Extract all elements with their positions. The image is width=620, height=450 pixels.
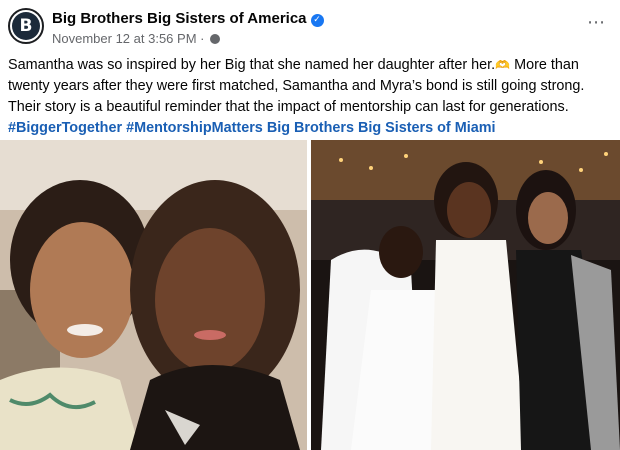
meta-separator: · bbox=[200, 31, 205, 46]
photo-grid bbox=[0, 140, 620, 450]
post-caption: Samantha was so inspired by her Big that… bbox=[8, 55, 614, 139]
selfie-illustration bbox=[0, 140, 307, 450]
page-avatar[interactable]: B bbox=[8, 8, 44, 44]
page-name-link[interactable]: Big Brothers Big Sisters of America ✓ bbox=[52, 10, 324, 27]
caption-text: Samantha was so inspired by her Big that… bbox=[8, 57, 496, 73]
post-header: B Big Brothers Big Sisters of America ✓ N… bbox=[0, 0, 620, 50]
photo-selfie[interactable] bbox=[0, 140, 307, 450]
post-meta: November 12 at 3:56 PM · bbox=[52, 31, 221, 46]
mention-bbbs-miami[interactable]: Big Brothers Big Sisters of Miami bbox=[267, 120, 496, 136]
facebook-post: B Big Brothers Big Sisters of America ✓ N… bbox=[0, 0, 620, 450]
verified-badge-icon: ✓ bbox=[310, 14, 324, 27]
post-timestamp[interactable]: November 12 at 3:56 PM bbox=[52, 31, 197, 46]
page-name[interactable]: Big Brothers Big Sisters of America bbox=[52, 10, 307, 27]
heart-hands-emoji: 🫶 bbox=[495, 58, 511, 72]
hashtag-bigger-together[interactable]: #BiggerTogether bbox=[8, 120, 122, 136]
more-options-icon[interactable]: ⋯ bbox=[587, 12, 606, 33]
hashtag-mentorship-matters[interactable]: #MentorshipMatters bbox=[126, 120, 263, 136]
photo-group[interactable] bbox=[311, 140, 620, 450]
group-illustration bbox=[311, 140, 620, 450]
globe-icon bbox=[210, 34, 221, 44]
avatar-logo: B bbox=[12, 12, 40, 40]
